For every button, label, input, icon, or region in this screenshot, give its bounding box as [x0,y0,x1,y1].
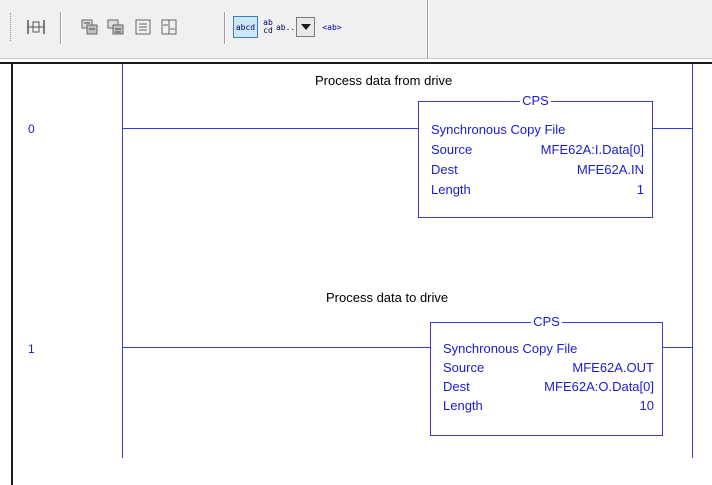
rung-wire [662,347,692,348]
rung-number[interactable]: 1 [28,342,35,356]
rung-wire [122,128,418,129]
source-value[interactable]: MFE62A.OUT [572,360,654,376]
wrap-text-button[interactable]: ab cd [261,15,275,39]
source-operand-row[interactable]: Source MFE62A:I.Data[0] [431,142,644,158]
toolbar-separator [427,0,429,58]
tag-display-button[interactable]: <ab> [320,15,344,39]
instruction-title: Synchronous Copy File [443,341,578,356]
source-label: Source [431,142,473,157]
dest-label: Dest [431,162,458,177]
instruction-title-row: Synchronous Copy File [443,341,654,357]
length-value[interactable]: 10 [640,398,654,414]
length-operand-row[interactable]: Length 10 [443,398,654,414]
source-operand-row[interactable]: Source MFE62A.OUT [443,360,654,376]
abcd-label: abcd [235,22,256,32]
toolbar-separator [60,12,62,44]
editor-left-border [11,64,13,485]
toolbar-separator [224,12,226,44]
rung-comment[interactable]: Process data from drive [315,73,452,88]
left-power-rail [122,64,123,458]
rung-wire [122,347,430,348]
dest-operand-row[interactable]: Dest MFE62A:O.Data[0] [443,379,654,395]
length-value[interactable]: 1 [637,182,644,198]
editor-top-border [0,62,712,64]
right-power-rail [692,64,693,458]
insert-branch-level-icon[interactable] [104,15,128,39]
dest-value[interactable]: MFE62A:O.Data[0] [544,379,654,395]
instruction-title: Synchronous Copy File [431,122,566,137]
cps-instruction[interactable]: CPS Synchronous Copy File Source MFE62A:… [418,93,653,218]
source-value[interactable]: MFE62A:I.Data[0] [541,142,644,158]
source-label: Source [443,360,485,375]
dest-operand-row[interactable]: Dest MFE62A.IN [431,162,644,178]
show-abcd-toggle[interactable]: abcd [233,16,258,38]
insert-branch-icon[interactable] [78,15,102,39]
instruction-title-row: Synchronous Copy File [431,122,644,138]
insert-xio-icon[interactable] [157,15,181,39]
chevron-down-icon[interactable] [296,17,315,37]
ladder-toolbar: abcd ab cd ab... <ab> [0,0,712,59]
dest-label: Dest [443,379,470,394]
toolbar-grip[interactable] [10,13,14,41]
cps-instruction[interactable]: CPS Synchronous Copy File Source MFE62A.… [430,314,663,436]
dest-value[interactable]: MFE62A.IN [577,162,644,178]
length-operand-row[interactable]: Length 1 [431,182,644,198]
length-label: Length [431,182,471,197]
insert-rung-icon[interactable] [24,15,48,39]
rung-wire [652,128,692,129]
instruction-mnemonic: CPS [531,314,562,329]
insert-xic-icon[interactable] [131,15,155,39]
rung-number[interactable]: 0 [28,122,35,136]
instruction-mnemonic: CPS [520,93,551,108]
rung-comment[interactable]: Process data to drive [326,290,448,305]
length-label: Length [443,398,483,413]
